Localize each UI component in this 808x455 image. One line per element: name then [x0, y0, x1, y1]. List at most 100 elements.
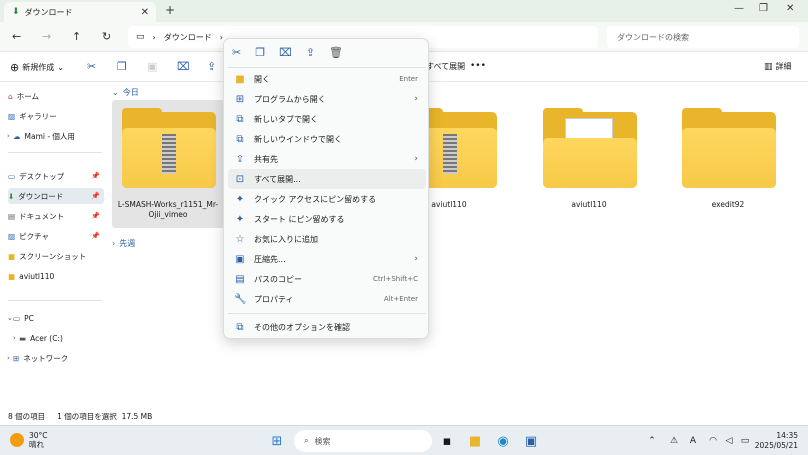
- group-header-last-week[interactable]: › 先週: [112, 238, 135, 249]
- copy-icon[interactable]: ❐: [117, 60, 127, 73]
- cloud-icon: ☁: [13, 131, 21, 141]
- new-label: 新規作成: [22, 63, 55, 72]
- back-arrow-icon[interactable]: ←: [12, 30, 21, 43]
- close-window-button[interactable]: ✕: [786, 3, 794, 14]
- sidebar-item-downloads[interactable]: ⬇ ダウンロード 📌: [8, 188, 104, 204]
- menu-item-extract-all[interactable]: ⊡ すべて展開...: [228, 169, 426, 189]
- menu-item-more-options[interactable]: ⧉ その他のオプションを確認: [228, 317, 426, 337]
- rename-icon[interactable]: ⌧: [177, 60, 190, 73]
- up-arrow-icon[interactable]: ↑: [72, 30, 81, 43]
- chevron-right-icon[interactable]: ›: [7, 132, 10, 140]
- taskbar-search[interactable]: ⌕ 検索: [294, 430, 432, 452]
- menu-item-open[interactable]: ■ 開く Enter: [228, 69, 426, 89]
- sidebar-item-label: aviutl110: [19, 271, 55, 281]
- pc-icon: ▭: [13, 313, 21, 323]
- share-icon[interactable]: ⇪: [207, 60, 216, 73]
- maximize-button[interactable]: ❐: [759, 3, 768, 14]
- battery-icon[interactable]: ▭: [736, 432, 754, 450]
- menu-item-open-new-window[interactable]: ⧉ 新しいウインドウで開く: [228, 129, 426, 149]
- tab-downloads[interactable]: ⬇ ダウンロード ✕: [4, 2, 156, 22]
- sidebar-item-home[interactable]: ⌂ ホーム: [8, 88, 104, 104]
- chevron-right-icon: ›: [414, 254, 418, 264]
- warning-icon[interactable]: ⚠: [665, 432, 683, 450]
- divider: [8, 300, 102, 301]
- rename-icon[interactable]: ⌧: [279, 46, 292, 59]
- refresh-icon[interactable]: ↻: [102, 30, 111, 43]
- sidebar-item-pc[interactable]: ⌄ ▭ PC: [7, 310, 104, 326]
- star-icon: ☆: [235, 233, 245, 245]
- details-button[interactable]: ▥ 詳細: [764, 61, 792, 72]
- new-button[interactable]: ⊕ 新規作成 ⌄: [10, 61, 64, 74]
- paste-icon[interactable]: ▣: [147, 60, 157, 73]
- copy-path-icon: ▤: [235, 273, 245, 285]
- menu-item-open-new-tab[interactable]: ⧉ 新しいタブで開く: [228, 109, 426, 129]
- sidebar-item-desktop[interactable]: ▭ デスクトップ 📌: [8, 168, 104, 184]
- task-view-icon[interactable]: ▪: [438, 432, 456, 450]
- shortcut: Alt+Enter: [383, 295, 418, 303]
- archive-icon: ▣: [235, 253, 245, 265]
- delete-icon[interactable]: 🗑: [329, 46, 343, 59]
- cut-icon[interactable]: ✂: [87, 60, 96, 73]
- menu-item-add-favorites[interactable]: ☆ お気に入りに追加: [228, 229, 426, 249]
- breadcrumb[interactable]: ダウンロード: [164, 32, 212, 43]
- file-item-label: exedit92: [711, 200, 745, 209]
- chevron-right-icon: ›: [414, 94, 418, 104]
- edge-icon[interactable]: ◉: [494, 432, 512, 450]
- chevron-right-icon[interactable]: ›: [13, 334, 16, 342]
- menu-item-open-with[interactable]: ⊞ プログラムから開く ›: [228, 89, 426, 109]
- tab-title: ダウンロード: [24, 7, 73, 17]
- sidebar-item-pictures[interactable]: ▨ ピクチャ 📌: [8, 228, 104, 244]
- file-explorer-icon[interactable]: ■: [466, 432, 484, 450]
- copy-icon[interactable]: ❐: [255, 46, 265, 59]
- menu-item-share[interactable]: ⇪ 共有先 ›: [228, 149, 426, 169]
- search-input[interactable]: ダウンロードの検索: [607, 26, 799, 48]
- folder-item-aviutl[interactable]: aviutl110: [533, 100, 645, 228]
- sidebar-item-label: ドキュメント: [19, 211, 65, 221]
- share-icon[interactable]: ⇪: [306, 46, 315, 59]
- chevron-right-icon[interactable]: ›: [7, 354, 10, 362]
- navigation-pane: ⌂ ホーム ▨ ギャラリー › ☁ Mami - 個人用 ▭ デスクトップ 📌 …: [0, 82, 106, 407]
- menu-item-pin-start[interactable]: ✦ スタート にピン留めする: [228, 209, 426, 229]
- chevron-right-icon: ›: [219, 32, 223, 42]
- file-item-zip[interactable]: L-SMASH-Works_r1151_Mr-Ojii_vimeo: [112, 100, 224, 228]
- menu-item-label: すべて展開...: [254, 174, 301, 184]
- shortcut: Ctrl+Shift+C: [373, 275, 418, 283]
- new-tab-button[interactable]: +: [165, 3, 175, 17]
- sidebar-item-aviutl110[interactable]: ■ aviutl110: [8, 268, 104, 284]
- sidebar-item-documents[interactable]: ▤ ドキュメント 📌: [8, 208, 104, 224]
- menu-item-label: 新しいウインドウで開く: [254, 134, 342, 144]
- menu-item-label: 共有先: [254, 154, 278, 164]
- sidebar-item-gallery[interactable]: ▨ ギャラリー: [8, 108, 104, 124]
- details-pane-icon: ▥: [764, 61, 773, 72]
- sidebar-item-screenshots[interactable]: ■ スクリーンショット: [8, 248, 104, 264]
- menu-item-properties[interactable]: 🔧 プロパティ Alt+Enter: [228, 289, 426, 309]
- minimize-button[interactable]: —: [734, 3, 744, 14]
- sidebar-item-drive-c[interactable]: › ▬ Acer (C:): [13, 330, 110, 346]
- close-tab-icon[interactable]: ✕: [141, 7, 149, 18]
- context-menu: ✂ ❐ ⌧ ⇪ 🗑 ■ 開く Enter ⊞ プログラムから開く › ⧉ 新しい…: [223, 38, 429, 339]
- home-icon: ⌂: [8, 91, 13, 101]
- extract-all-button[interactable]: すべて展開: [426, 61, 465, 72]
- sidebar-item-onedrive[interactable]: › ☁ Mami - 個人用: [7, 128, 104, 144]
- temperature: 30°C: [29, 431, 48, 440]
- ime-indicator[interactable]: A: [684, 432, 702, 450]
- store-icon[interactable]: ▣: [522, 432, 540, 450]
- weather-widget[interactable]: 30°C 晴れ: [10, 431, 48, 449]
- group-header-today[interactable]: ⌄ 今日: [112, 87, 139, 98]
- sidebar-item-label: ギャラリー: [19, 111, 57, 121]
- menu-item-pin-quick-access[interactable]: ✦ クイック アクセスにピン留めする: [228, 189, 426, 209]
- folder-item-exedit[interactable]: exedit92: [672, 100, 784, 228]
- menu-item-copy-path[interactable]: ▤ パスのコピー Ctrl+Shift+C: [228, 269, 426, 289]
- plus-icon: ⊕: [10, 61, 20, 74]
- clock[interactable]: 14:35 2025/05/21: [755, 431, 798, 451]
- cut-icon[interactable]: ✂: [232, 46, 241, 59]
- chevron-down-icon[interactable]: ⌄: [7, 314, 13, 322]
- sidebar-item-network[interactable]: › ⊞ ネットワーク: [7, 350, 104, 366]
- chevron-up-icon[interactable]: ⌃: [643, 432, 661, 450]
- desktop-icon: ▭: [8, 171, 16, 181]
- wrench-icon: 🔧: [234, 293, 247, 305]
- menu-item-compress[interactable]: ▣ 圧縮先... ›: [228, 249, 426, 269]
- more-options-button[interactable]: •••: [470, 61, 486, 71]
- start-icon[interactable]: ⊞: [268, 432, 286, 450]
- forward-arrow-icon[interactable]: →: [42, 30, 51, 43]
